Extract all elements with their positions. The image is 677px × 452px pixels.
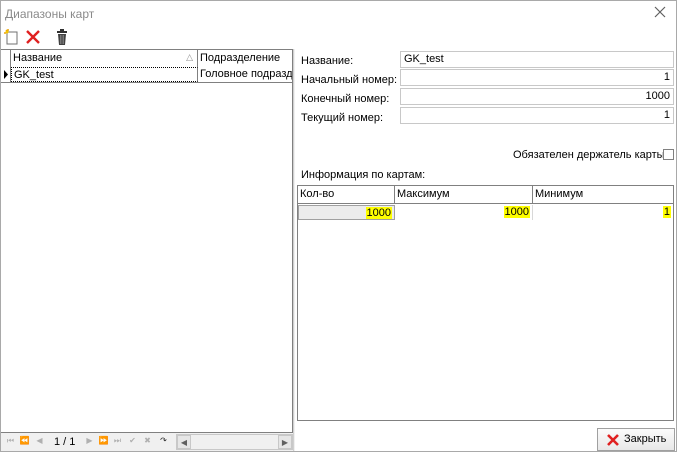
horizontal-scrollbar[interactable]: ◀ ▶ <box>176 434 293 450</box>
column-header-count[interactable]: Кол-во <box>298 186 395 204</box>
end-number-label: Конечный номер: <box>301 93 390 105</box>
end-number-field[interactable]: 1000 <box>400 88 674 105</box>
column-header-max[interactable]: Максимум <box>395 186 533 204</box>
toolbar <box>1 28 291 48</box>
panel-splitter[interactable] <box>293 49 295 451</box>
cancel-edit-icon[interactable]: ✖ <box>142 435 153 447</box>
current-number-field[interactable]: 1 <box>400 107 674 124</box>
new-record-icon[interactable] <box>3 28 21 46</box>
close-icon <box>607 434 619 446</box>
delete-icon[interactable] <box>24 28 42 46</box>
page-indicator: 1 / 1 <box>54 436 76 448</box>
name-label: Название: <box>301 55 354 67</box>
post-edit-icon[interactable]: ✔ <box>127 435 138 447</box>
cell-name[interactable]: GK_test <box>11 67 198 82</box>
column-header-division[interactable]: Подразделение <box>198 50 292 67</box>
column-header-min[interactable]: Минимум <box>533 186 673 204</box>
cell-max[interactable]: 1000 <box>395 205 533 220</box>
titlebar: Диапазоны карт <box>1 1 676 27</box>
grid-header: Название △ Подразделение <box>1 50 292 67</box>
start-number-field[interactable]: 1 <box>400 69 674 86</box>
scroll-left-icon[interactable]: ◀ <box>177 435 191 449</box>
holder-required-checkbox[interactable] <box>663 149 674 160</box>
card-info-grid[interactable]: Кол-во Максимум Минимум 1000 1000 1 <box>297 185 674 421</box>
column-header-label: Название <box>13 52 63 64</box>
table-row[interactable]: GK_test Головное подразделение <box>1 67 292 83</box>
next-page-fast-icon[interactable]: ⏩ <box>98 435 109 447</box>
card-ranges-window: Диапазоны карт Название △ Подразделение … <box>0 0 677 452</box>
window-title: Диапазоны карт <box>5 7 95 21</box>
grid-navigator: ⏮ ⏪ ◀ 1 / 1 ▶ ⏩ ⏭ ✔ ✖ ↷ ◀ ▶ <box>1 433 293 451</box>
cell-count[interactable]: 1000 <box>298 205 395 220</box>
cell-min[interactable]: 1 <box>533 205 673 220</box>
cell-division[interactable]: Головное подразделение <box>198 67 292 82</box>
close-window-icon[interactable] <box>652 4 668 20</box>
name-field[interactable]: GK_test <box>400 51 674 68</box>
last-page-icon[interactable]: ⏭ <box>112 435 123 447</box>
sort-asc-icon: △ <box>186 53 193 63</box>
prev-record-icon[interactable]: ◀ <box>34 435 45 447</box>
column-header-label: Подразделение <box>200 52 281 64</box>
card-info-label: Информация по картам: <box>301 169 426 181</box>
prev-page-fast-icon[interactable]: ⏪ <box>19 435 30 447</box>
first-page-icon[interactable]: ⏮ <box>5 435 16 447</box>
min-value: 1 <box>662 206 671 218</box>
row-indicator-header <box>1 50 11 67</box>
count-value: 1000 <box>365 207 392 219</box>
refresh-icon[interactable]: ↷ <box>158 435 169 447</box>
next-record-icon[interactable]: ▶ <box>84 435 95 447</box>
start-number-label: Начальный номер: <box>301 74 398 86</box>
trash-icon[interactable] <box>53 28 71 46</box>
close-button[interactable]: Закрыть <box>597 428 675 451</box>
close-button-label: Закрыть <box>624 433 667 445</box>
row-indicator-icon <box>1 67 11 83</box>
max-value: 1000 <box>503 206 530 218</box>
card-ranges-grid[interactable]: Название △ Подразделение GK_test Головно… <box>1 49 293 433</box>
column-header-name[interactable]: Название △ <box>11 50 198 67</box>
holder-required-label: Обязателен держатель карты <box>513 149 665 161</box>
scroll-right-icon[interactable]: ▶ <box>278 435 292 449</box>
current-number-label: Текущий номер: <box>301 112 384 124</box>
